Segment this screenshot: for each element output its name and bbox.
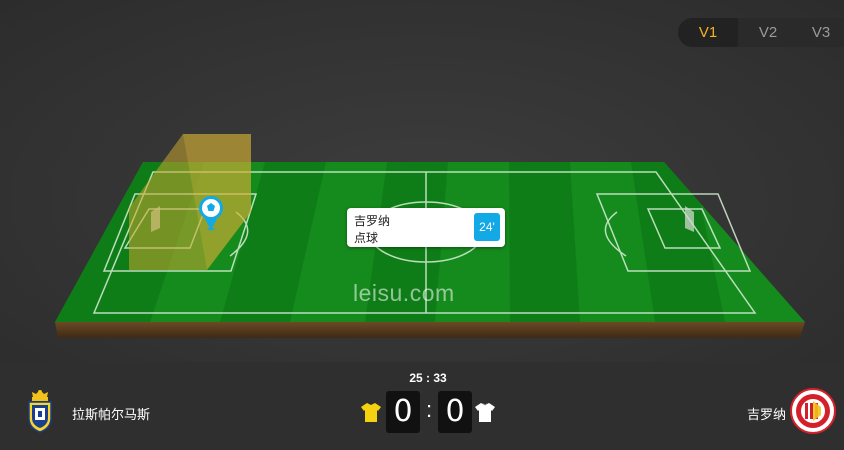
pitch-soil	[55, 322, 805, 338]
score-separator: :	[425, 397, 433, 422]
pitch-stage: V1 V2 V3 吉罗纳 点球 24' leisu.com	[0, 0, 844, 362]
white-shirt-icon	[475, 403, 495, 422]
match-clock: 25 : 33	[409, 371, 447, 385]
home-score: 0	[386, 391, 420, 433]
tab-v2[interactable]: V2	[738, 18, 798, 47]
yellow-shirt-icon	[361, 403, 381, 422]
home-team-name: 拉斯帕尔马斯	[72, 407, 151, 422]
event-minute-badge: 24'	[474, 213, 500, 241]
home-team-crest-icon	[28, 390, 52, 433]
away-score: 0	[438, 391, 472, 433]
event-popup: 吉罗纳 点球 24'	[347, 208, 505, 247]
pitch	[55, 134, 805, 338]
away-team-crest-icon	[790, 388, 836, 434]
event-type: 点球	[354, 231, 379, 245]
event-team: 吉罗纳	[354, 214, 391, 228]
view-switcher: V1 V2 V3	[678, 18, 844, 47]
watermark: leisu.com	[353, 280, 455, 306]
away-team-name: 吉罗纳	[747, 407, 787, 422]
tab-v1[interactable]: V1	[678, 18, 738, 47]
tab-v3[interactable]: V3	[798, 18, 844, 47]
